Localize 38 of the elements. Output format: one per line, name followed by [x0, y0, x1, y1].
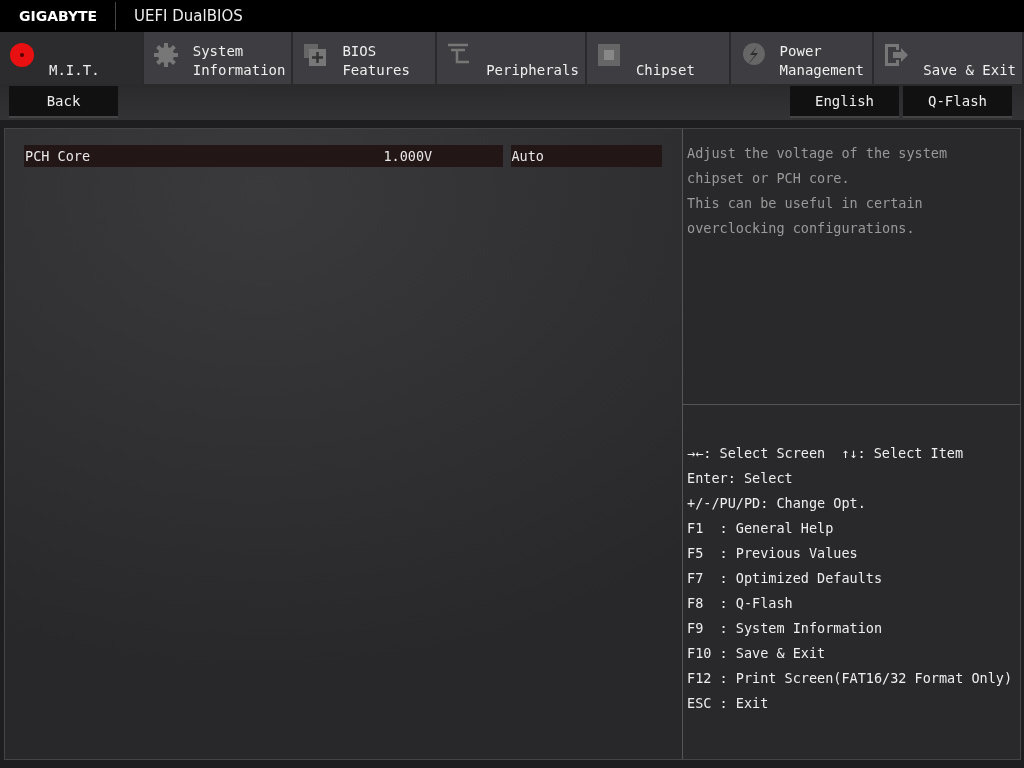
window-title: UEFI DualBIOS	[134, 7, 243, 25]
setting-value: 1.000V	[383, 148, 434, 164]
key-hint: F12 : Print Screen(FAT16/32 Format Only)	[687, 669, 1013, 688]
connector-icon	[446, 43, 471, 64]
nav-tab[interactable]: M.I.T.	[0, 32, 144, 84]
key-hint: F10 : Save & Exit	[687, 644, 826, 663]
key-hint: F8 : Q-Flash	[687, 594, 793, 613]
key-hint: F1 : General Help	[687, 519, 834, 538]
nav-tab[interactable]: Save & Exit	[874, 32, 1024, 84]
nav-tab[interactable]: System Information	[143, 32, 294, 84]
lightning-icon	[742, 43, 765, 67]
key-hint: Enter: Select	[687, 469, 793, 488]
back-button[interactable]: Back	[9, 86, 118, 118]
chip-plus-icon	[304, 44, 327, 66]
setting-name: PCH Core	[25, 148, 92, 164]
key-hint: F5 : Previous Values	[687, 544, 858, 563]
nav-tab[interactable]: Power Management	[730, 32, 875, 84]
help-text: Adjust the voltage of the system	[687, 144, 949, 163]
key-hint: F7 : Optimized Defaults	[687, 569, 883, 588]
toolbar-button[interactable]: Q-Flash	[903, 86, 1012, 118]
help-text: This can be useful in certain	[687, 194, 924, 213]
exit-icon	[885, 44, 909, 66]
chip-icon	[597, 44, 620, 66]
nav-tab[interactable]: BIOS Features	[293, 32, 438, 84]
option-value[interactable]: Auto	[511, 145, 662, 167]
nav-tab[interactable]: Peripherals	[437, 32, 587, 84]
brand-logo: GIGABYTE	[18, 8, 99, 24]
key-hint: +/-/PU/PD: Change Opt.	[687, 494, 866, 513]
toolbar-button[interactable]: English	[790, 86, 899, 118]
nav-tab[interactable]: Chipset	[586, 32, 731, 84]
key-hint: ↑↓: Select Item	[841, 444, 964, 463]
help-text: chipset or PCH core.	[687, 169, 851, 188]
gauge-icon	[10, 43, 34, 67]
help-text: overclocking configurations.	[687, 219, 916, 238]
setting-row[interactable]: PCH Core 1.000V	[24, 145, 504, 167]
key-hint: F9 : System Information	[687, 619, 883, 638]
key-hint: →←: Select Screen	[687, 444, 826, 463]
key-hint: ESC : Exit	[687, 694, 769, 713]
